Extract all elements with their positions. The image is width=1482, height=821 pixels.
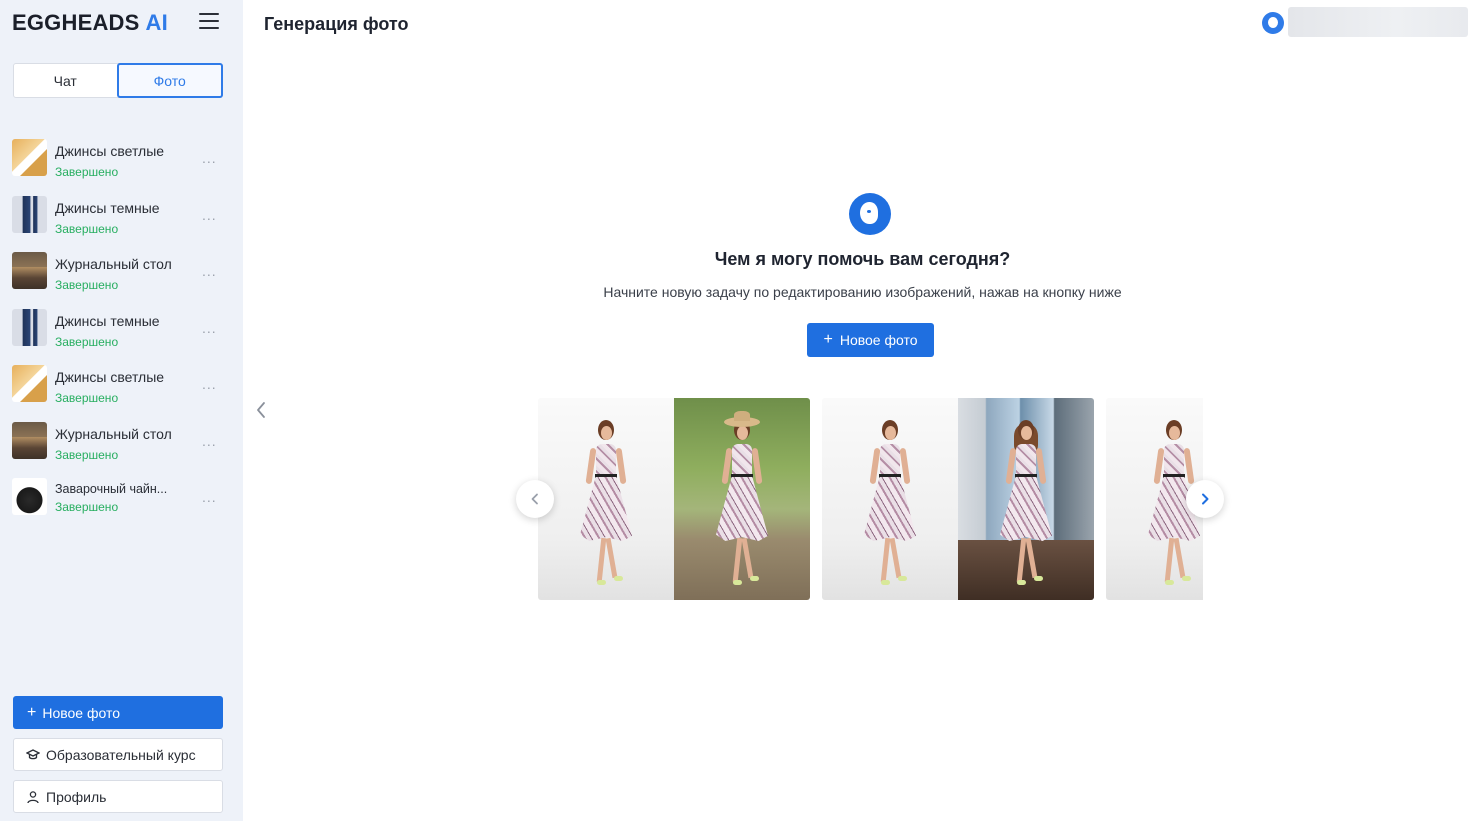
more-dots-icon[interactable]: ... <box>202 207 217 223</box>
history-title: Джинсы светлые <box>55 369 165 385</box>
history-thumbnail <box>12 421 47 459</box>
chevron-left-icon <box>531 493 538 505</box>
more-dots-icon[interactable]: ... <box>202 489 217 505</box>
more-dots-icon[interactable]: ... <box>202 150 217 166</box>
assistant-logo-icon <box>849 193 891 235</box>
history-item[interactable]: Джинсы темные Завершено ... <box>0 187 243 244</box>
history-status: Завершено <box>55 278 119 292</box>
hamburger-icon[interactable] <box>199 13 219 31</box>
history-thumbnail <box>12 308 47 346</box>
chevron-right-icon <box>1202 493 1209 505</box>
more-dots-icon[interactable]: ... <box>202 320 217 336</box>
course-button[interactable]: Образовательный курс <box>13 738 223 771</box>
history-item[interactable]: Заварочный чайн... Завершено ... <box>0 469 243 526</box>
new-photo-center-button[interactable]: + Новое фото <box>807 323 934 357</box>
history-thumbnail <box>12 478 47 515</box>
profile-button[interactable]: Профиль <box>13 780 223 813</box>
brand-name: EGGHEADS <box>12 10 140 35</box>
history-status: Завершено <box>55 334 119 349</box>
example-card[interactable] <box>822 398 1094 600</box>
example-after-image <box>958 398 1094 600</box>
example-after-image <box>674 398 810 600</box>
history-title: Джинсы темные <box>55 312 160 329</box>
plus-icon: + <box>823 331 833 348</box>
graduation-cap-icon <box>26 748 40 759</box>
example-card[interactable] <box>538 398 810 600</box>
user-icon <box>27 790 39 803</box>
examples-carousel <box>538 398 1203 600</box>
history-title: Джинсы светлые <box>55 143 165 159</box>
plus-icon: + <box>27 703 37 721</box>
carousel-prev-button[interactable] <box>516 480 554 518</box>
history-item[interactable]: Джинсы светлые Завершено ... <box>0 356 243 413</box>
new-photo-button[interactable]: + Новое фото <box>13 696 223 729</box>
mode-switch: Чат Фото <box>13 63 223 98</box>
page-title: Генерация фото <box>264 14 409 34</box>
history-status: Завершено <box>55 500 119 514</box>
profile-label: Профиль <box>46 788 107 805</box>
history-item[interactable]: Журнальный стол Завершено ... <box>0 413 243 470</box>
history-title: Заварочный чайн... <box>55 482 168 496</box>
more-dots-icon[interactable]: ... <box>202 376 217 392</box>
course-label: Образовательный курс <box>46 746 196 763</box>
history-item[interactable]: Джинсы светлые Завершено ... <box>0 130 243 187</box>
chevron-left-icon[interactable] <box>252 398 270 422</box>
brand-suffix: AI <box>145 10 168 35</box>
example-before-image <box>822 398 958 600</box>
hero-heading: Чем я могу помочь вам сегодня? <box>714 249 1011 269</box>
history-list: Джинсы светлые Завершено ... Джинсы темн… <box>0 130 243 526</box>
more-dots-icon[interactable]: ... <box>202 433 217 449</box>
history-status: Завершено <box>55 221 119 236</box>
tab-chat[interactable]: Чат <box>14 64 117 97</box>
brand-logo: EGGHEADS AI <box>12 10 168 36</box>
carousel-next-button[interactable] <box>1186 480 1224 518</box>
history-title: Джинсы темные <box>55 199 160 216</box>
sidebar: EGGHEADS AI Чат Фото Джинсы светлые Заве… <box>0 0 243 821</box>
user-avatar[interactable] <box>1262 12 1284 34</box>
history-status: Завершено <box>55 447 119 462</box>
history-title: Журнальный стол <box>55 425 172 442</box>
history-item[interactable]: Джинсы темные Завершено ... <box>0 300 243 357</box>
sidebar-actions: + Новое фото Образовательный курс Профил… <box>13 696 223 813</box>
new-photo-label: Новое фото <box>42 704 121 721</box>
new-photo-center-label: Новое фото <box>839 332 918 348</box>
tab-photo[interactable]: Фото <box>116 63 223 98</box>
hero-subheading: Начните новую задачу по редактированию и… <box>603 284 1122 300</box>
history-status: Завершено <box>55 391 119 405</box>
user-name-redacted <box>1288 7 1468 37</box>
history-thumbnail <box>12 195 47 233</box>
history-status: Завершено <box>55 165 119 179</box>
history-thumbnail <box>12 139 47 176</box>
history-thumbnail <box>12 365 47 402</box>
example-before-image <box>538 398 674 600</box>
